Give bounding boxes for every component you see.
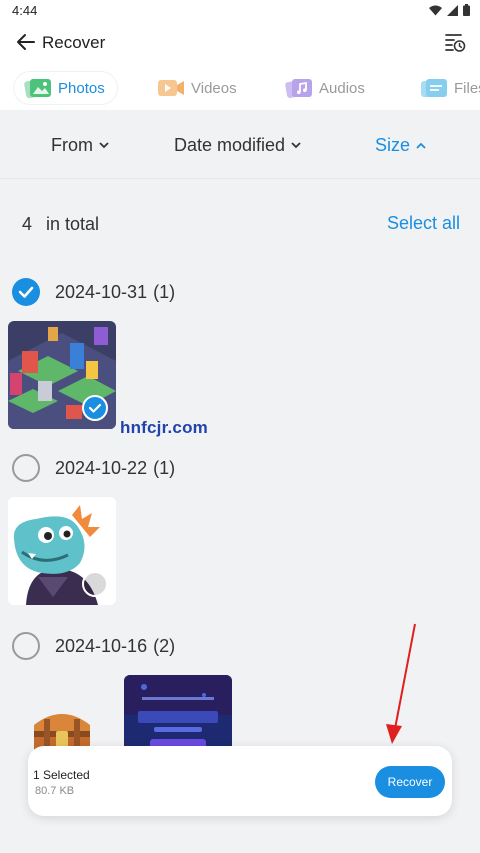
selected-count: 1 Selected xyxy=(33,768,90,782)
checkmark-icon xyxy=(18,286,34,298)
chevron-down-icon xyxy=(291,142,301,149)
chevron-down-icon xyxy=(99,142,109,149)
total-label: in total xyxy=(46,214,100,234)
watermark: hnfcjr.com xyxy=(120,418,208,437)
photo-checkbox[interactable] xyxy=(82,571,108,597)
tab-label: Audios xyxy=(319,79,365,97)
sort-size[interactable]: Size xyxy=(375,135,426,156)
date-group-header[interactable]: 2024-10-22 (1) xyxy=(12,452,175,484)
photo-thumbnail[interactable] xyxy=(8,497,116,605)
history-icon[interactable] xyxy=(444,31,466,53)
group-date: 2024-10-31 xyxy=(55,281,148,302)
tab-videos[interactable]: Videos xyxy=(157,72,237,104)
checkmark-icon xyxy=(88,403,102,413)
photo-checkbox[interactable] xyxy=(82,395,108,421)
chevron-up-icon xyxy=(416,142,426,149)
tab-label: Videos xyxy=(191,79,237,97)
summary-row: 4 in total Select all xyxy=(0,180,480,266)
group-count: (1) xyxy=(153,281,176,302)
sort-date-modified[interactable]: Date modified xyxy=(174,135,301,156)
recover-button[interactable]: Recover xyxy=(375,766,445,798)
group-checkbox[interactable] xyxy=(12,454,40,482)
sort-from-label: From xyxy=(51,135,93,155)
tab-label: Files xyxy=(454,79,480,97)
photo-thumbnail[interactable] xyxy=(8,321,116,429)
status-icons xyxy=(429,4,470,16)
date-group-header[interactable]: 2024-10-31 (1) xyxy=(12,276,175,308)
status-time: 4:44 xyxy=(12,3,38,18)
group-date: 2024-10-22 xyxy=(55,457,148,478)
file-icon xyxy=(421,79,447,97)
battery-icon xyxy=(463,4,470,16)
sort-from[interactable]: From xyxy=(51,135,109,156)
selection-bar: 1 Selected 80.7 KB Recover xyxy=(28,746,452,816)
sort-date-label: Date modified xyxy=(174,135,286,155)
tab-audios[interactable]: Audios xyxy=(285,72,365,104)
signal-icon xyxy=(447,4,458,16)
group-count: (2) xyxy=(153,635,176,656)
tab-photos[interactable]: Photos xyxy=(14,72,117,104)
status-bar: 4:44 xyxy=(0,0,480,22)
back-arrow-icon[interactable] xyxy=(14,30,38,54)
date-group-header[interactable]: 2024-10-16 (2) xyxy=(12,630,175,662)
select-all-button[interactable]: Select all xyxy=(387,213,460,234)
wifi-icon xyxy=(429,5,442,15)
tab-label: Photos xyxy=(58,79,105,97)
sort-bar: From Date modified Size xyxy=(0,110,480,179)
group-checkbox[interactable] xyxy=(12,278,40,306)
annotation-arrow xyxy=(386,623,416,744)
group-checkbox[interactable] xyxy=(12,632,40,660)
video-icon xyxy=(158,80,184,96)
sort-size-label: Size xyxy=(375,135,411,155)
page-title: Recover xyxy=(42,33,106,52)
total-count: 4 xyxy=(22,214,33,234)
tab-files[interactable]: Files xyxy=(420,72,480,104)
app-bar: Recover xyxy=(0,22,480,64)
photo-icon xyxy=(24,78,51,99)
music-icon xyxy=(285,79,312,98)
category-tabs: Photos Videos Audios Files xyxy=(0,64,480,111)
group-count: (1) xyxy=(153,457,176,478)
selected-size: 80.7 KB xyxy=(35,785,75,797)
group-date: 2024-10-16 xyxy=(55,635,148,656)
